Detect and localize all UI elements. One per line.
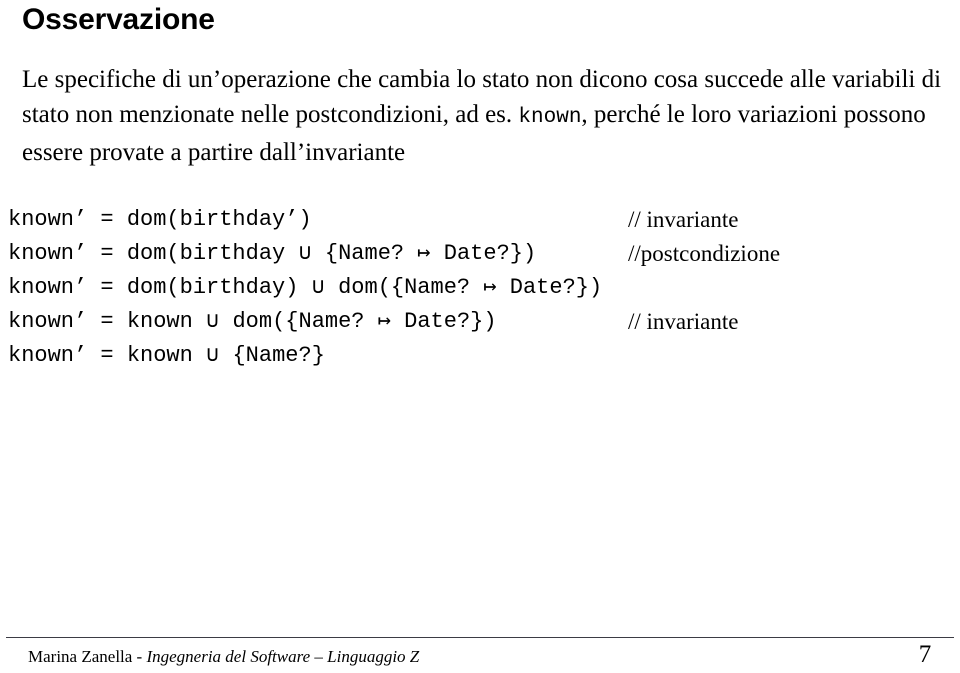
derivation-comment: // invariante	[628, 207, 739, 232]
derivation-comment: // invariante	[628, 309, 739, 334]
page-number: 7	[918, 641, 932, 668]
derivation-line: known’ = dom(birthday ∪ {Name? ↦ Date?})…	[8, 237, 952, 271]
derivation-block: known’ = dom(birthday’) // invariante kn…	[8, 203, 952, 373]
derivation-comment: //postcondizione	[628, 241, 781, 266]
derivation-line: known’ = dom(birthday’) // invariante	[8, 203, 952, 237]
derivation-line: known’ = dom(birthday) ∪ dom({Name? ↦ Da…	[8, 271, 952, 305]
derivation-expression: known’ = known ∪ dom({Name? ↦ Date?})	[8, 309, 497, 334]
derivation-line: known’ = known ∪ dom({Name? ↦ Date?}) //…	[8, 305, 952, 339]
derivation-expression: known’ = dom(birthday ∪ {Name? ↦ Date?})	[8, 241, 537, 266]
footer-attribution: Marina Zanella - Ingegneria del Software…	[28, 645, 419, 669]
derivation-expression: known’ = known ∪ {Name?}	[8, 343, 325, 368]
slide-page: { "slide": { "title": "Osservazione", "i…	[0, 0, 960, 673]
page-title: Osservazione	[22, 3, 215, 36]
derivation-expression: known’ = dom(birthday) ∪ dom({Name? ↦ Da…	[8, 275, 603, 300]
footer-author: Marina Zanella -	[28, 647, 147, 666]
derivation-expression: known’ = dom(birthday’)	[8, 207, 312, 232]
footer-course: Ingegneria del Software – Linguaggio Z	[146, 647, 420, 666]
footer-divider	[6, 637, 954, 638]
intro-paragraph: Le specifiche di un’operazione che cambi…	[22, 62, 960, 170]
derivation-line: known’ = known ∪ {Name?}	[8, 339, 952, 373]
intro-mono-term: known	[518, 106, 582, 129]
